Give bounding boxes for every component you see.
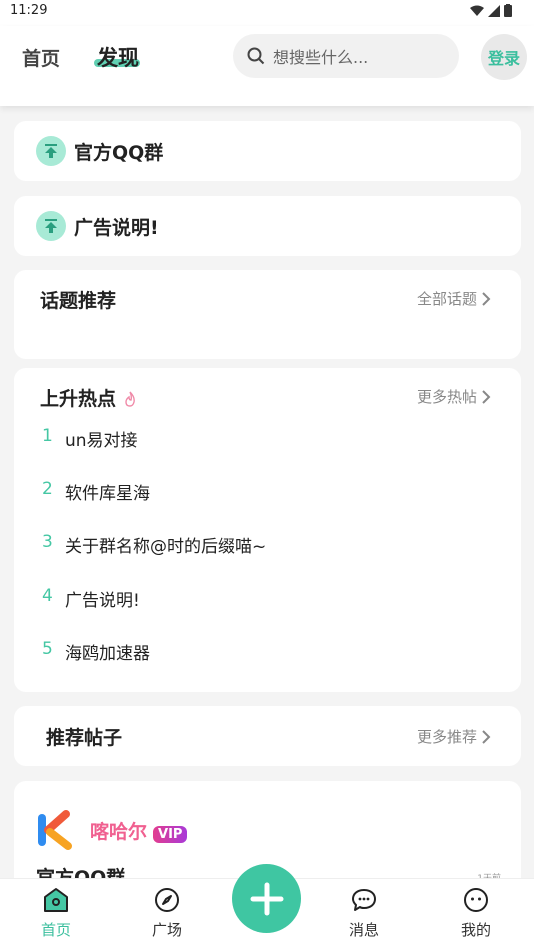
tab-home[interactable]: 首页 xyxy=(22,44,60,71)
hot-title: 上升热点 xyxy=(40,384,137,411)
more-recommend-link[interactable]: 更多推荐 xyxy=(417,726,491,747)
hot-item-text: 软件库星海 xyxy=(65,484,150,504)
recommend-title: 推荐帖子 xyxy=(46,727,123,749)
topics-title: 话题推荐 xyxy=(40,290,117,312)
post-author[interactable]: 喀哈尔 VIP xyxy=(90,817,188,844)
topics-card: 话题推荐 全部话题 xyxy=(14,270,521,359)
hot-item-text: un易对接 xyxy=(65,431,138,451)
nav-messages[interactable]: 消息 xyxy=(334,887,394,940)
hot-item-rank: 3 xyxy=(42,532,53,552)
compass-icon xyxy=(155,888,179,912)
search-placeholder: 想搜些什么... xyxy=(273,48,369,67)
signal-icon xyxy=(488,4,500,17)
hot-item-rank: 4 xyxy=(42,586,53,606)
hot-item-text: 海鸥加速器 xyxy=(65,644,150,664)
home-icon xyxy=(44,888,68,912)
chevron-right-icon xyxy=(482,729,491,744)
nav-square[interactable]: 广场 xyxy=(137,887,197,940)
search-bar[interactable]: 想搜些什么... xyxy=(233,34,459,78)
pin-top-icon xyxy=(36,136,66,166)
status-bar: 11:29 xyxy=(0,0,534,26)
top-header: 首页 发现 想搜些什么... 登录 xyxy=(0,26,534,106)
wifi-icon xyxy=(470,5,484,16)
more-hot-link[interactable]: 更多热帖 xyxy=(417,386,491,407)
battery-icon xyxy=(504,4,512,17)
plus-icon xyxy=(250,882,283,915)
hot-item[interactable]: 1 un易对接 xyxy=(42,426,138,451)
pinned-post[interactable]: 广告说明! xyxy=(14,196,521,256)
pinned-post[interactable]: 官方QQ群 xyxy=(14,121,521,181)
tab-discover[interactable]: 发现 xyxy=(97,42,139,72)
search-icon xyxy=(247,47,265,65)
pinned-post-title: 广告说明! xyxy=(74,216,159,239)
all-topics-link[interactable]: 全部话题 xyxy=(417,288,491,309)
hot-item[interactable]: 3 关于群名称@时的后缀喵~ xyxy=(42,532,266,557)
login-button[interactable]: 登录 xyxy=(481,34,527,80)
create-post-button[interactable] xyxy=(232,864,301,933)
chat-bubble-icon xyxy=(352,889,376,911)
hot-item-text: 广告说明! xyxy=(65,591,140,611)
hot-item[interactable]: 4 广告说明! xyxy=(42,586,140,611)
chevron-right-icon xyxy=(482,291,491,306)
hot-item-rank: 1 xyxy=(42,426,53,446)
hot-item-rank: 2 xyxy=(42,479,53,499)
fire-icon xyxy=(124,391,135,407)
recommend-card: 推荐帖子 更多推荐 xyxy=(14,706,521,766)
pin-top-icon xyxy=(36,211,66,241)
hot-item[interactable]: 5 海鸥加速器 xyxy=(42,639,150,664)
face-icon xyxy=(464,888,488,912)
hot-item-text: 关于群名称@时的后缀喵~ xyxy=(65,537,267,557)
hot-item[interactable]: 2 软件库星海 xyxy=(42,479,150,504)
pinned-post-title: 官方QQ群 xyxy=(74,141,164,164)
nav-mine[interactable]: 我的 xyxy=(446,887,506,940)
chevron-right-icon xyxy=(482,389,491,404)
app-logo-icon xyxy=(38,810,72,850)
vip-badge: VIP xyxy=(153,826,188,843)
nav-home[interactable]: 首页 xyxy=(26,887,86,940)
hot-item-rank: 5 xyxy=(42,639,53,659)
status-time: 11:29 xyxy=(10,3,48,18)
hot-topics-card: 上升热点 更多热帖 1 un易对接 2 软件库星海 3 关于群名称@时的后缀喵~… xyxy=(14,368,521,692)
